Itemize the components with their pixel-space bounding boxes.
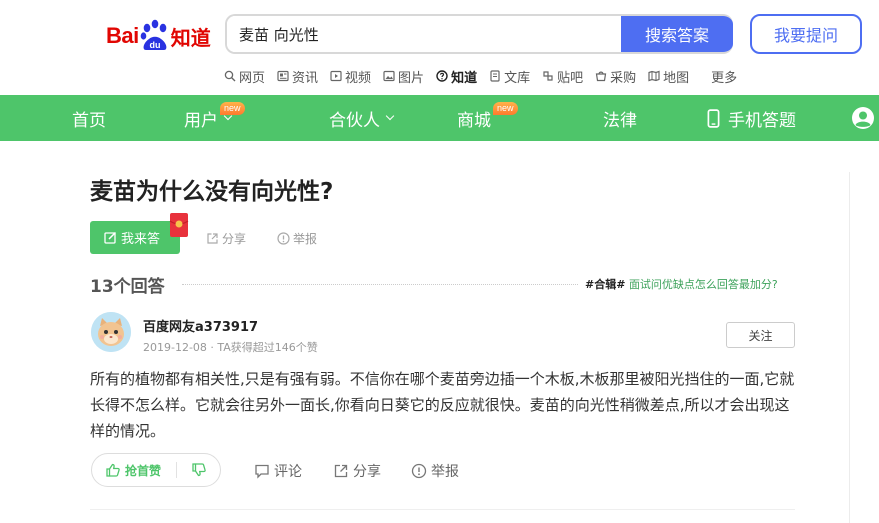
question-icon — [436, 70, 448, 82]
subnav-item-wenku[interactable]: 文库 — [489, 67, 530, 86]
phone-icon — [707, 108, 720, 128]
baidu-zhidao-logo[interactable]: Bai du 知道 — [106, 18, 211, 54]
nav-item-home[interactable]: 首页 — [72, 95, 106, 141]
report-icon — [411, 463, 427, 479]
subnav-item-web[interactable]: 网页 — [224, 67, 265, 86]
nav-item-users[interactable]: 用户 new — [184, 95, 245, 141]
video-icon — [330, 70, 342, 82]
tieba-icon — [543, 71, 553, 81]
map-icon — [648, 70, 660, 82]
subnav-item-news[interactable]: 资讯 — [277, 67, 318, 86]
nav-label: 法律 — [603, 110, 637, 131]
answers-header: 13个回答 #合辑# 面试问优缺点怎么回答最加分? — [90, 272, 795, 297]
logo-text-bai: Bai — [106, 23, 139, 48]
thumbs-up-icon — [106, 463, 120, 477]
nav-item-mall[interactable]: 商城 new — [457, 95, 518, 141]
author-name[interactable]: 百度网友a373917 — [143, 316, 258, 335]
avatar[interactable] — [91, 312, 131, 352]
header: Bai du 知道 搜索答案 我要提问 网页 资讯 视频 图片 — [0, 0, 879, 95]
answer-meta: 2019-12-08 · TA获得超过146个赞 — [143, 341, 318, 354]
thumbs-down-icon — [191, 463, 206, 477]
subnav-label: 地图 — [663, 70, 690, 86]
answer-button-label: 我来答 — [121, 232, 161, 247]
answer-count: 13个回答 — [90, 277, 165, 297]
search-button[interactable]: 搜索答案 — [621, 16, 733, 52]
comment-button[interactable]: 评论 — [254, 461, 302, 481]
subnav-item-caigou[interactable]: 采购 — [595, 67, 636, 86]
share-label: 分享 — [222, 232, 247, 246]
comment-label: 评论 — [274, 464, 302, 480]
new-badge: new — [493, 102, 518, 115]
subnav-label: 视频 — [345, 70, 372, 86]
vote-control: 抢首赞 — [91, 453, 221, 487]
nav-label: 商城 — [457, 110, 491, 131]
nav-label: 用户 — [184, 110, 218, 131]
chevron-down-icon — [385, 111, 395, 121]
nav-label: 合伙人 — [329, 110, 380, 131]
subnav-label: 文库 — [504, 70, 531, 86]
subnav-item-zhidao[interactable]: 知道 — [436, 67, 477, 86]
search-icon — [224, 70, 236, 82]
cat-avatar-icon — [91, 312, 131, 352]
search-input[interactable] — [227, 16, 621, 52]
share-icon — [207, 233, 218, 244]
doc-icon — [490, 70, 500, 82]
subnav-label: 资讯 — [292, 70, 319, 86]
baidu-paw-icon: du — [140, 19, 167, 50]
report-icon — [277, 232, 290, 245]
nav-label: 首页 — [72, 110, 106, 131]
user-avatar-icon[interactable] — [851, 106, 875, 130]
shop-icon — [595, 71, 607, 82]
report-label: 举报 — [431, 464, 459, 480]
subnav-item-more[interactable]: 更多 — [711, 67, 737, 86]
report-label: 举报 — [293, 232, 318, 246]
nav-item-law[interactable]: 法律 — [603, 95, 637, 141]
subnav-item-image[interactable]: 图片 — [383, 67, 424, 86]
question-share[interactable]: 分享 — [206, 230, 246, 247]
image-icon — [383, 70, 395, 82]
downvote-button[interactable] — [177, 463, 220, 477]
logo-text-du: du — [149, 40, 160, 50]
question-report[interactable]: 举报 — [277, 230, 317, 247]
dotted-divider — [182, 284, 578, 285]
question-title: 麦苗为什么没有向光性? — [90, 179, 334, 205]
ask-question-button[interactable]: 我要提问 — [750, 14, 862, 54]
logo-text-zhidao: 知道 — [170, 25, 211, 50]
share-icon — [334, 464, 348, 478]
answer-share[interactable]: 分享 — [333, 461, 381, 481]
share-label: 分享 — [353, 464, 381, 480]
subnav-label: 网页 — [239, 70, 266, 86]
subnav-label: 图片 — [398, 70, 425, 86]
search-bar: 搜索答案 — [225, 14, 733, 54]
nav-label: 手机答题 — [728, 110, 796, 131]
nav-item-mobile[interactable]: 手机答题 — [707, 95, 796, 141]
red-packet-icon[interactable] — [166, 212, 192, 240]
collection-tag: #合辑# — [585, 278, 626, 291]
upvote-label: 抢首赞 — [125, 463, 162, 478]
upvote-button[interactable]: 抢首赞 — [92, 462, 176, 479]
new-badge: new — [220, 102, 245, 115]
edit-icon — [104, 231, 117, 244]
subnav-label: 知道 — [451, 70, 478, 86]
answer-text: 所有的植物都有相关性,只是有强有弱。不信你在哪个麦苗旁边插一个木板,木板那里被阳… — [90, 370, 795, 440]
collection-link[interactable]: #合辑# 面试问优缺点怎么回答最加分? — [585, 276, 778, 292]
follow-button[interactable]: 关注 — [726, 322, 795, 348]
nav-item-partner[interactable]: 合伙人 — [329, 95, 395, 141]
answer-divider — [90, 509, 795, 510]
subnav-item-map[interactable]: 地图 — [648, 67, 689, 86]
content-divider — [849, 172, 850, 523]
search-category-nav: 网页 资讯 视频 图片 知道 文库 贴吧 采购 地图 更多 — [224, 66, 749, 86]
subnav-label: 更多 — [711, 70, 738, 86]
subnav-item-video[interactable]: 视频 — [330, 67, 371, 86]
main-nav: 首页 用户 new 合伙人 商城 new 法律 手机答题 — [0, 95, 879, 141]
collection-link-text: 面试问优缺点怎么回答最加分? — [628, 278, 778, 291]
subnav-label: 贴吧 — [557, 70, 584, 86]
subnav-item-tieba[interactable]: 贴吧 — [542, 67, 583, 86]
answer-report[interactable]: 举报 — [411, 461, 459, 481]
subnav-label: 采购 — [610, 70, 637, 86]
comment-icon — [255, 464, 269, 479]
news-icon — [277, 70, 289, 82]
